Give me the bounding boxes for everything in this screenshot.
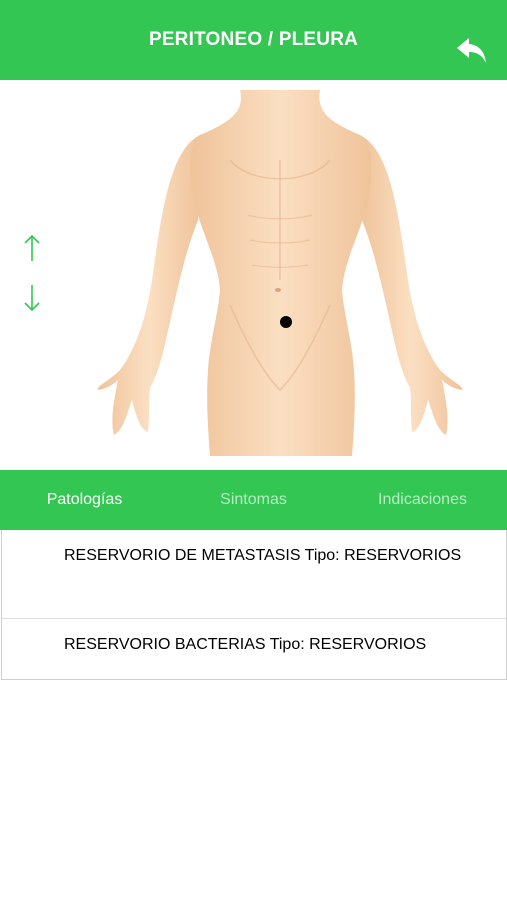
tab-indicaciones[interactable]: Indicaciones [338, 491, 507, 509]
page-title: PERITONEO / PLEURA [148, 29, 359, 50]
arrow-down-icon [24, 285, 40, 312]
back-button[interactable] [455, 36, 489, 66]
tab-bar: Patologías Sintomas Indicaciones [0, 470, 507, 530]
pathology-list: RESERVORIO DE METASTASIS Tipo: RESERVORI… [1, 530, 507, 680]
app-header: PERITONEO / PLEURA [0, 0, 507, 80]
location-marker [280, 316, 292, 328]
tab-sintomas[interactable]: Sintomas [169, 491, 338, 509]
list-item[interactable]: RESERVORIO BACTERIAS Tipo: RESERVORIOS [2, 619, 506, 679]
body-map[interactable] [0, 80, 507, 470]
tab-patologias[interactable]: Patologías [0, 491, 169, 509]
list-item[interactable]: RESERVORIO DE METASTASIS Tipo: RESERVORI… [2, 530, 506, 619]
arrow-up-icon [24, 234, 40, 261]
human-body-image[interactable] [90, 90, 470, 460]
reply-arrow-icon [457, 38, 486, 63]
scroll-up-button[interactable] [21, 233, 43, 263]
scroll-down-button[interactable] [21, 283, 43, 313]
